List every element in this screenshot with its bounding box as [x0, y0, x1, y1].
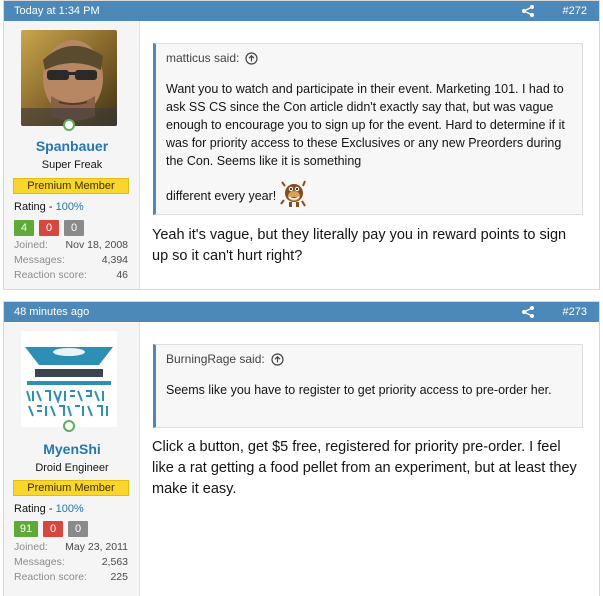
- quote-author: BurningRage said:: [166, 352, 265, 366]
- user-info-panel: Spanbauer Super Freak Premium Member Rat…: [4, 21, 140, 289]
- post-timestamp[interactable]: Today at 1:34 PM: [14, 5, 100, 17]
- rating-counts: 91 0 0: [14, 521, 88, 537]
- post-message: Click a button, get $5 free, registered …: [152, 439, 577, 497]
- rating-line: Rating - 100%: [14, 503, 84, 515]
- quote-header[interactable]: BurningRage said:: [156, 345, 582, 373]
- avatar[interactable]: [21, 30, 117, 126]
- post-message: Yeah it's vague, but they literally pay …: [152, 227, 567, 264]
- rating-percent[interactable]: 100%: [56, 503, 84, 515]
- user-info-panel: MyenShi Droid Engineer Premium Member Ra…: [4, 322, 140, 596]
- user-title: Super Freak: [41, 159, 103, 171]
- post-header: Today at 1:34 PM #272: [4, 1, 599, 21]
- user-title: Droid Engineer: [35, 462, 109, 474]
- rating-line: Rating - 100%: [14, 201, 84, 213]
- rating-label: Rating -: [14, 201, 56, 213]
- stat-reaction-score: Reaction score: 225: [14, 571, 128, 583]
- rating-label: Rating -: [14, 503, 56, 515]
- negative-count: 0: [39, 220, 59, 236]
- post-header: 48 minutes ago #273: [4, 302, 599, 322]
- post-content: BurningRage said: Seems like you have to…: [140, 322, 599, 596]
- quote-text: Want you to watch and participate in the…: [156, 72, 582, 218]
- stat-messages: Messages: 4,394: [14, 254, 128, 266]
- online-status-icon: [63, 420, 75, 432]
- negative-count: 0: [43, 521, 63, 537]
- positive-count: 91: [14, 521, 38, 537]
- neutral-count: 0: [68, 521, 88, 537]
- member-banner: Premium Member: [13, 178, 129, 194]
- post-timestamp[interactable]: 48 minutes ago: [14, 306, 89, 318]
- stat-reaction-score: Reaction score: 46: [14, 269, 128, 281]
- quote-block: matticus said: Want you to watch and par…: [153, 43, 583, 215]
- post-content: matticus said: Want you to watch and par…: [140, 21, 599, 289]
- share-icon[interactable]: [521, 4, 535, 18]
- stat-joined: Joined: May 23, 2011: [14, 541, 128, 553]
- online-status-icon: [63, 119, 75, 131]
- quote-header[interactable]: matticus said:: [156, 44, 582, 72]
- member-banner: Premium Member: [13, 480, 129, 496]
- positive-count: 4: [14, 220, 34, 236]
- jump-to-quote-icon[interactable]: [245, 51, 258, 65]
- post-number-link[interactable]: #273: [563, 306, 587, 318]
- stat-messages: Messages: 2,563: [14, 556, 128, 568]
- stat-joined: Joined: Nov 18, 2008: [14, 239, 128, 251]
- rating-counts: 4 0 0: [14, 220, 84, 236]
- user-stats: Joined: Nov 18, 2008 Messages: 4,394 React…: [14, 238, 128, 283]
- avatar[interactable]: [21, 331, 117, 427]
- username[interactable]: Spanbauer: [4, 138, 140, 154]
- post-273: 48 minutes ago #273 MyenShi Droid Engine…: [3, 301, 600, 596]
- quote-author: matticus said:: [166, 51, 240, 65]
- post-272: Today at 1:34 PM #272 Spanbauer Super Fr…: [3, 0, 600, 290]
- neutral-count: 0: [64, 220, 84, 236]
- post-number-link[interactable]: #272: [563, 5, 587, 17]
- rating-percent[interactable]: 100%: [56, 201, 84, 213]
- jump-to-quote-icon[interactable]: [271, 352, 284, 366]
- taz-smiley-icon: [279, 180, 306, 207]
- user-stats: Joined: May 23, 2011 Messages: 2,563 React…: [14, 540, 128, 585]
- quote-text-tail: different every year!: [166, 189, 277, 203]
- quote-text: Seems like you have to register to get p…: [166, 383, 552, 397]
- username[interactable]: MyenShi: [4, 441, 140, 457]
- quote-block: BurningRage said: Seems like you have to…: [153, 344, 583, 428]
- share-icon[interactable]: [521, 305, 535, 319]
